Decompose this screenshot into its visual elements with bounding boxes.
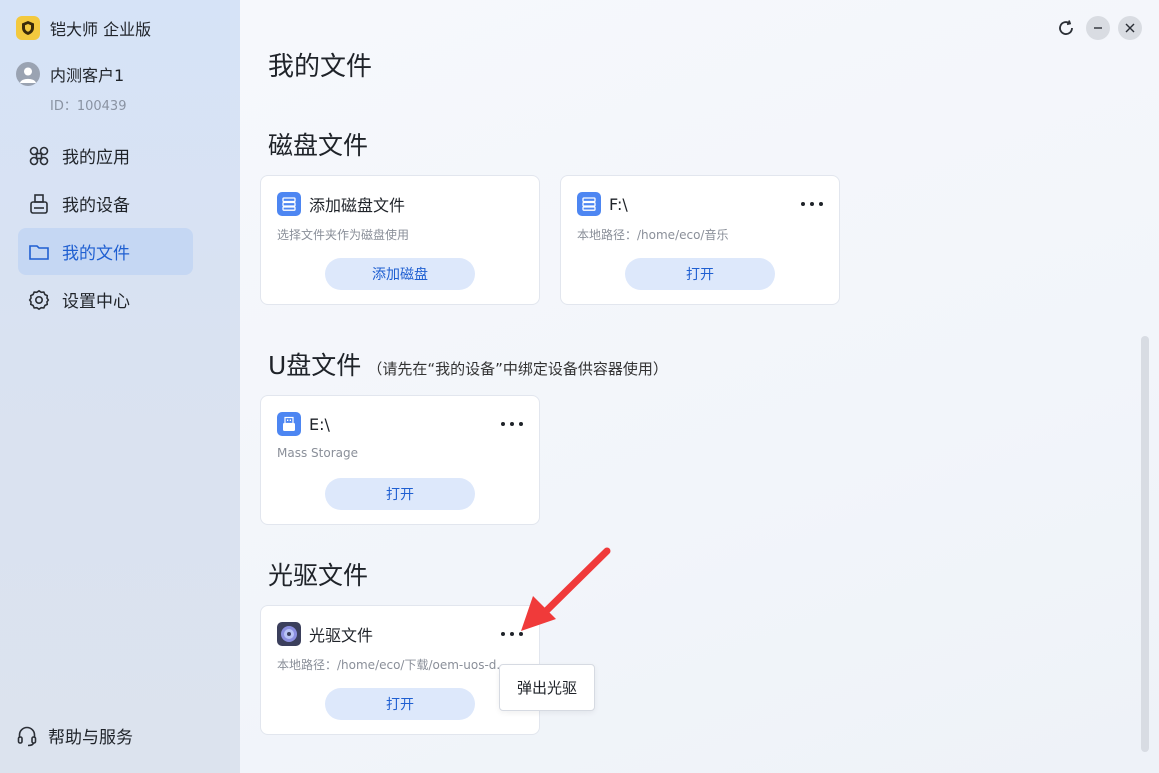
eject-disc-menu-item[interactable]: 弹出光驱 xyxy=(499,664,595,711)
open-button[interactable]: 打开 xyxy=(625,258,775,290)
user-name: 内测客户1 xyxy=(50,66,125,85)
add-disk-card: 添加磁盘文件 选择文件夹作为磁盘使用 添加磁盘 xyxy=(260,175,540,305)
usb-section-note: （请先在“我的设备”中绑定设备供容器使用） xyxy=(367,360,668,378)
shield-logo-icon xyxy=(16,16,40,40)
sidebar-item-label: 我的设备 xyxy=(62,196,130,216)
card-header: E:\ xyxy=(277,412,330,436)
page-title: 我的文件 xyxy=(268,52,373,82)
disk-section-title: 磁盘文件 xyxy=(268,131,369,160)
disk-icon xyxy=(577,192,601,216)
headset-icon xyxy=(16,725,38,747)
user-profile[interactable]: 内测客户1 xyxy=(16,62,124,86)
open-button[interactable]: 打开 xyxy=(325,688,475,720)
sidebar-item-label: 设置中心 xyxy=(62,292,130,312)
usb-section-title: U盘文件 （请先在“我的设备”中绑定设备供容器使用） xyxy=(268,346,668,382)
app-title: 铠大师 企业版 xyxy=(50,20,152,39)
main-content: 我的文件 磁盘文件 添加磁盘文件 选择文件夹作为磁盘使用 添加磁盘 F:\ 本地… xyxy=(240,0,1159,773)
add-disk-button[interactable]: 添加磁盘 xyxy=(325,258,475,290)
gear-icon xyxy=(28,289,50,311)
usb-section-title-text: U盘文件 xyxy=(268,351,362,380)
card-subtitle: 本地路径：/home/eco/音乐 xyxy=(577,228,729,242)
open-button[interactable]: 打开 xyxy=(325,478,475,510)
card-header: 添加磁盘文件 xyxy=(277,192,405,216)
apps-icon xyxy=(28,145,50,167)
sidebar-item-label: 我的应用 xyxy=(62,148,130,168)
optical-drive-card: 光驱文件 本地路径：/home/eco/下载/oem-uos-d... 打开 xyxy=(260,605,540,735)
folder-icon xyxy=(28,241,50,263)
sidebar-item-apps[interactable]: 我的应用 xyxy=(18,132,193,179)
more-options-icon[interactable] xyxy=(501,626,523,642)
app-window: 铠大师 企业版 内测客户1 ID：100439 我的应用 我的设备 我的文件 设… xyxy=(0,0,1159,773)
card-subtitle: 选择文件夹作为磁盘使用 xyxy=(277,228,410,242)
sidebar: 铠大师 企业版 内测客户1 ID：100439 我的应用 我的设备 我的文件 设… xyxy=(0,0,240,773)
more-options-icon[interactable] xyxy=(801,196,823,212)
card-title: F:\ xyxy=(609,194,628,214)
brand: 铠大师 企业版 xyxy=(16,16,151,40)
disc-icon xyxy=(277,622,301,646)
usb-e-card: E:\ Mass Storage 打开 xyxy=(260,395,540,525)
device-icon xyxy=(28,193,50,215)
usb-drive-icon xyxy=(277,412,301,436)
refresh-button[interactable] xyxy=(1054,16,1078,40)
card-header: F:\ xyxy=(577,192,628,216)
sidebar-item-files[interactable]: 我的文件 xyxy=(18,228,193,275)
sidebar-item-devices[interactable]: 我的设备 xyxy=(18,180,193,227)
sidebar-item-settings[interactable]: 设置中心 xyxy=(18,276,193,323)
minimize-button[interactable] xyxy=(1086,16,1110,40)
card-header: 光驱文件 xyxy=(277,622,373,646)
card-title: E:\ xyxy=(309,414,330,434)
user-id: ID：100439 xyxy=(50,99,127,114)
card-title: 添加磁盘文件 xyxy=(309,196,406,215)
scrollbar[interactable] xyxy=(1141,336,1149,752)
card-title: 光驱文件 xyxy=(309,626,374,645)
window-controls xyxy=(1054,16,1142,40)
card-subtitle: 本地路径：/home/eco/下载/oem-uos-d... xyxy=(277,658,507,672)
disk-f-card: F:\ 本地路径：/home/eco/音乐 打开 xyxy=(560,175,840,305)
help-and-service[interactable]: 帮助与服务 xyxy=(16,723,133,748)
optical-section-title: 光驱文件 xyxy=(268,561,369,590)
disk-icon xyxy=(277,192,301,216)
sidebar-item-label: 我的文件 xyxy=(62,244,130,264)
avatar-icon xyxy=(16,62,40,86)
close-button[interactable] xyxy=(1118,16,1142,40)
sidebar-nav: 我的应用 我的设备 我的文件 设置中心 xyxy=(18,132,193,324)
more-options-icon[interactable] xyxy=(501,416,523,432)
card-subtitle: Mass Storage xyxy=(277,446,358,460)
help-label: 帮助与服务 xyxy=(48,728,133,748)
